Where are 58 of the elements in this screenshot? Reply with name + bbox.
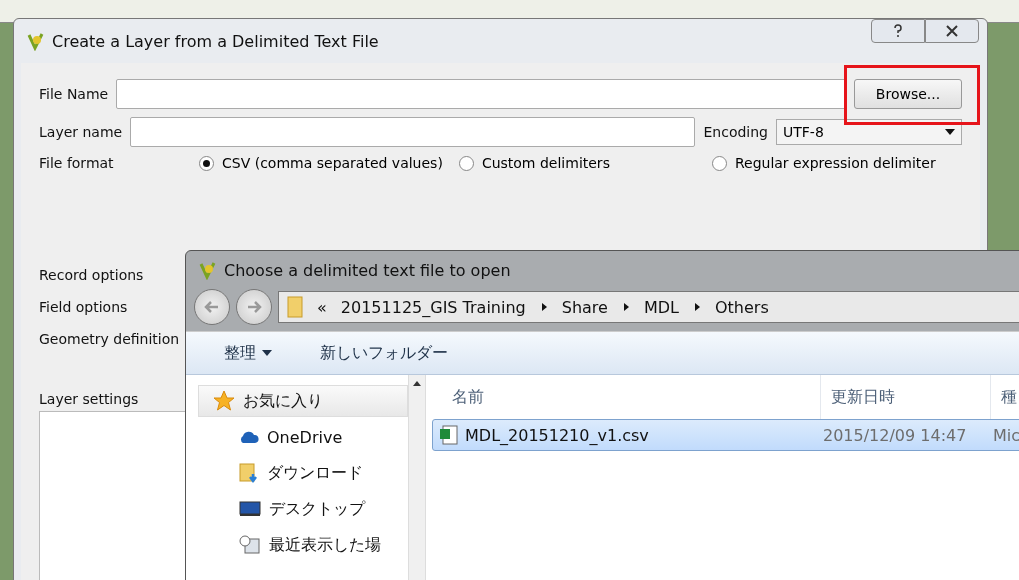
- close-button[interactable]: [925, 19, 979, 43]
- layer-name-field[interactable]: [130, 117, 696, 147]
- nav-item[interactable]: OneDrive: [198, 421, 408, 453]
- field-label: Encoding: [703, 124, 768, 140]
- toolbar-button[interactable]: 整理: [220, 338, 276, 368]
- app-logo-icon: [198, 260, 216, 280]
- section-label: Geometry definition: [39, 331, 180, 347]
- encoding-dropdown[interactable]: UTF-8: [776, 119, 962, 145]
- file-type: Mic: [992, 425, 1019, 445]
- star-icon: [213, 390, 235, 412]
- cloud-icon: [239, 430, 259, 444]
- modified-date: 2015/12/09 14:47: [822, 425, 968, 445]
- file-name-field[interactable]: [116, 79, 846, 109]
- toolbar-button[interactable]: 新しいフォルダー: [316, 338, 452, 368]
- section-label: Layer settings: [39, 391, 139, 407]
- folder-icon: [287, 296, 303, 318]
- column-header[interactable]: 名前: [446, 375, 820, 419]
- section-label: Record options: [39, 267, 144, 283]
- field-label: File Name: [39, 86, 109, 102]
- nav-item[interactable]: 最近表示した場: [198, 529, 408, 561]
- window-title: Create a Layer from a Delimited Text File: [52, 31, 380, 51]
- breadcrumb-item[interactable]: 20151125_GIS Training: [340, 297, 526, 317]
- window-title: Choose a delimited text file to open: [224, 260, 511, 280]
- help-icon: [893, 24, 903, 38]
- folder-download-icon: [239, 462, 259, 484]
- chevron-icon: [539, 303, 548, 311]
- forward-arrow-icon: [246, 300, 262, 314]
- nav-item[interactable]: お気に入り: [198, 385, 408, 417]
- dropdown-value: UTF-8: [783, 124, 824, 140]
- file-row[interactable]: MDL_20151210_v1.csv 2015/12/09 14:47 Mic: [432, 419, 1019, 451]
- breadcrumb-overflow[interactable]: «: [317, 297, 327, 317]
- radio-label: Custom delimiters: [481, 155, 610, 171]
- radio-option[interactable]: Custom delimiters: [458, 155, 610, 171]
- recent-places-icon: [239, 535, 261, 555]
- nav-item[interactable]: デスクトップ: [198, 493, 408, 525]
- file-name: MDL_20151210_v1.csv: [439, 425, 813, 445]
- scroll-up-icon: [413, 381, 421, 386]
- app-logo-icon: [26, 31, 44, 51]
- chevron-icon: [692, 303, 701, 311]
- close-icon: [946, 25, 958, 37]
- back-arrow-icon: [204, 300, 220, 314]
- address-bar[interactable]: « 20151125_GIS Training Share MDL Others: [278, 291, 1019, 323]
- breadcrumb-item[interactable]: MDL: [643, 297, 679, 317]
- scrollbar[interactable]: [408, 375, 426, 580]
- field-label: File format: [39, 155, 115, 171]
- field-label: Layer name: [39, 124, 123, 140]
- breadcrumb-item[interactable]: Others: [714, 297, 769, 317]
- chevron-icon: [621, 303, 630, 311]
- forward-button[interactable]: [236, 289, 272, 325]
- nav-item[interactable]: ダウンロード: [198, 457, 408, 489]
- spreadsheet-file-icon: [439, 425, 459, 445]
- desktop-icon: [239, 501, 261, 517]
- breadcrumb-item[interactable]: Share: [561, 297, 608, 317]
- section-label: Field options: [39, 299, 128, 315]
- help-button[interactable]: [871, 19, 925, 43]
- back-button[interactable]: [194, 289, 230, 325]
- browse-button[interactable]: Browse...: [854, 79, 962, 109]
- caret-icon: [945, 129, 955, 135]
